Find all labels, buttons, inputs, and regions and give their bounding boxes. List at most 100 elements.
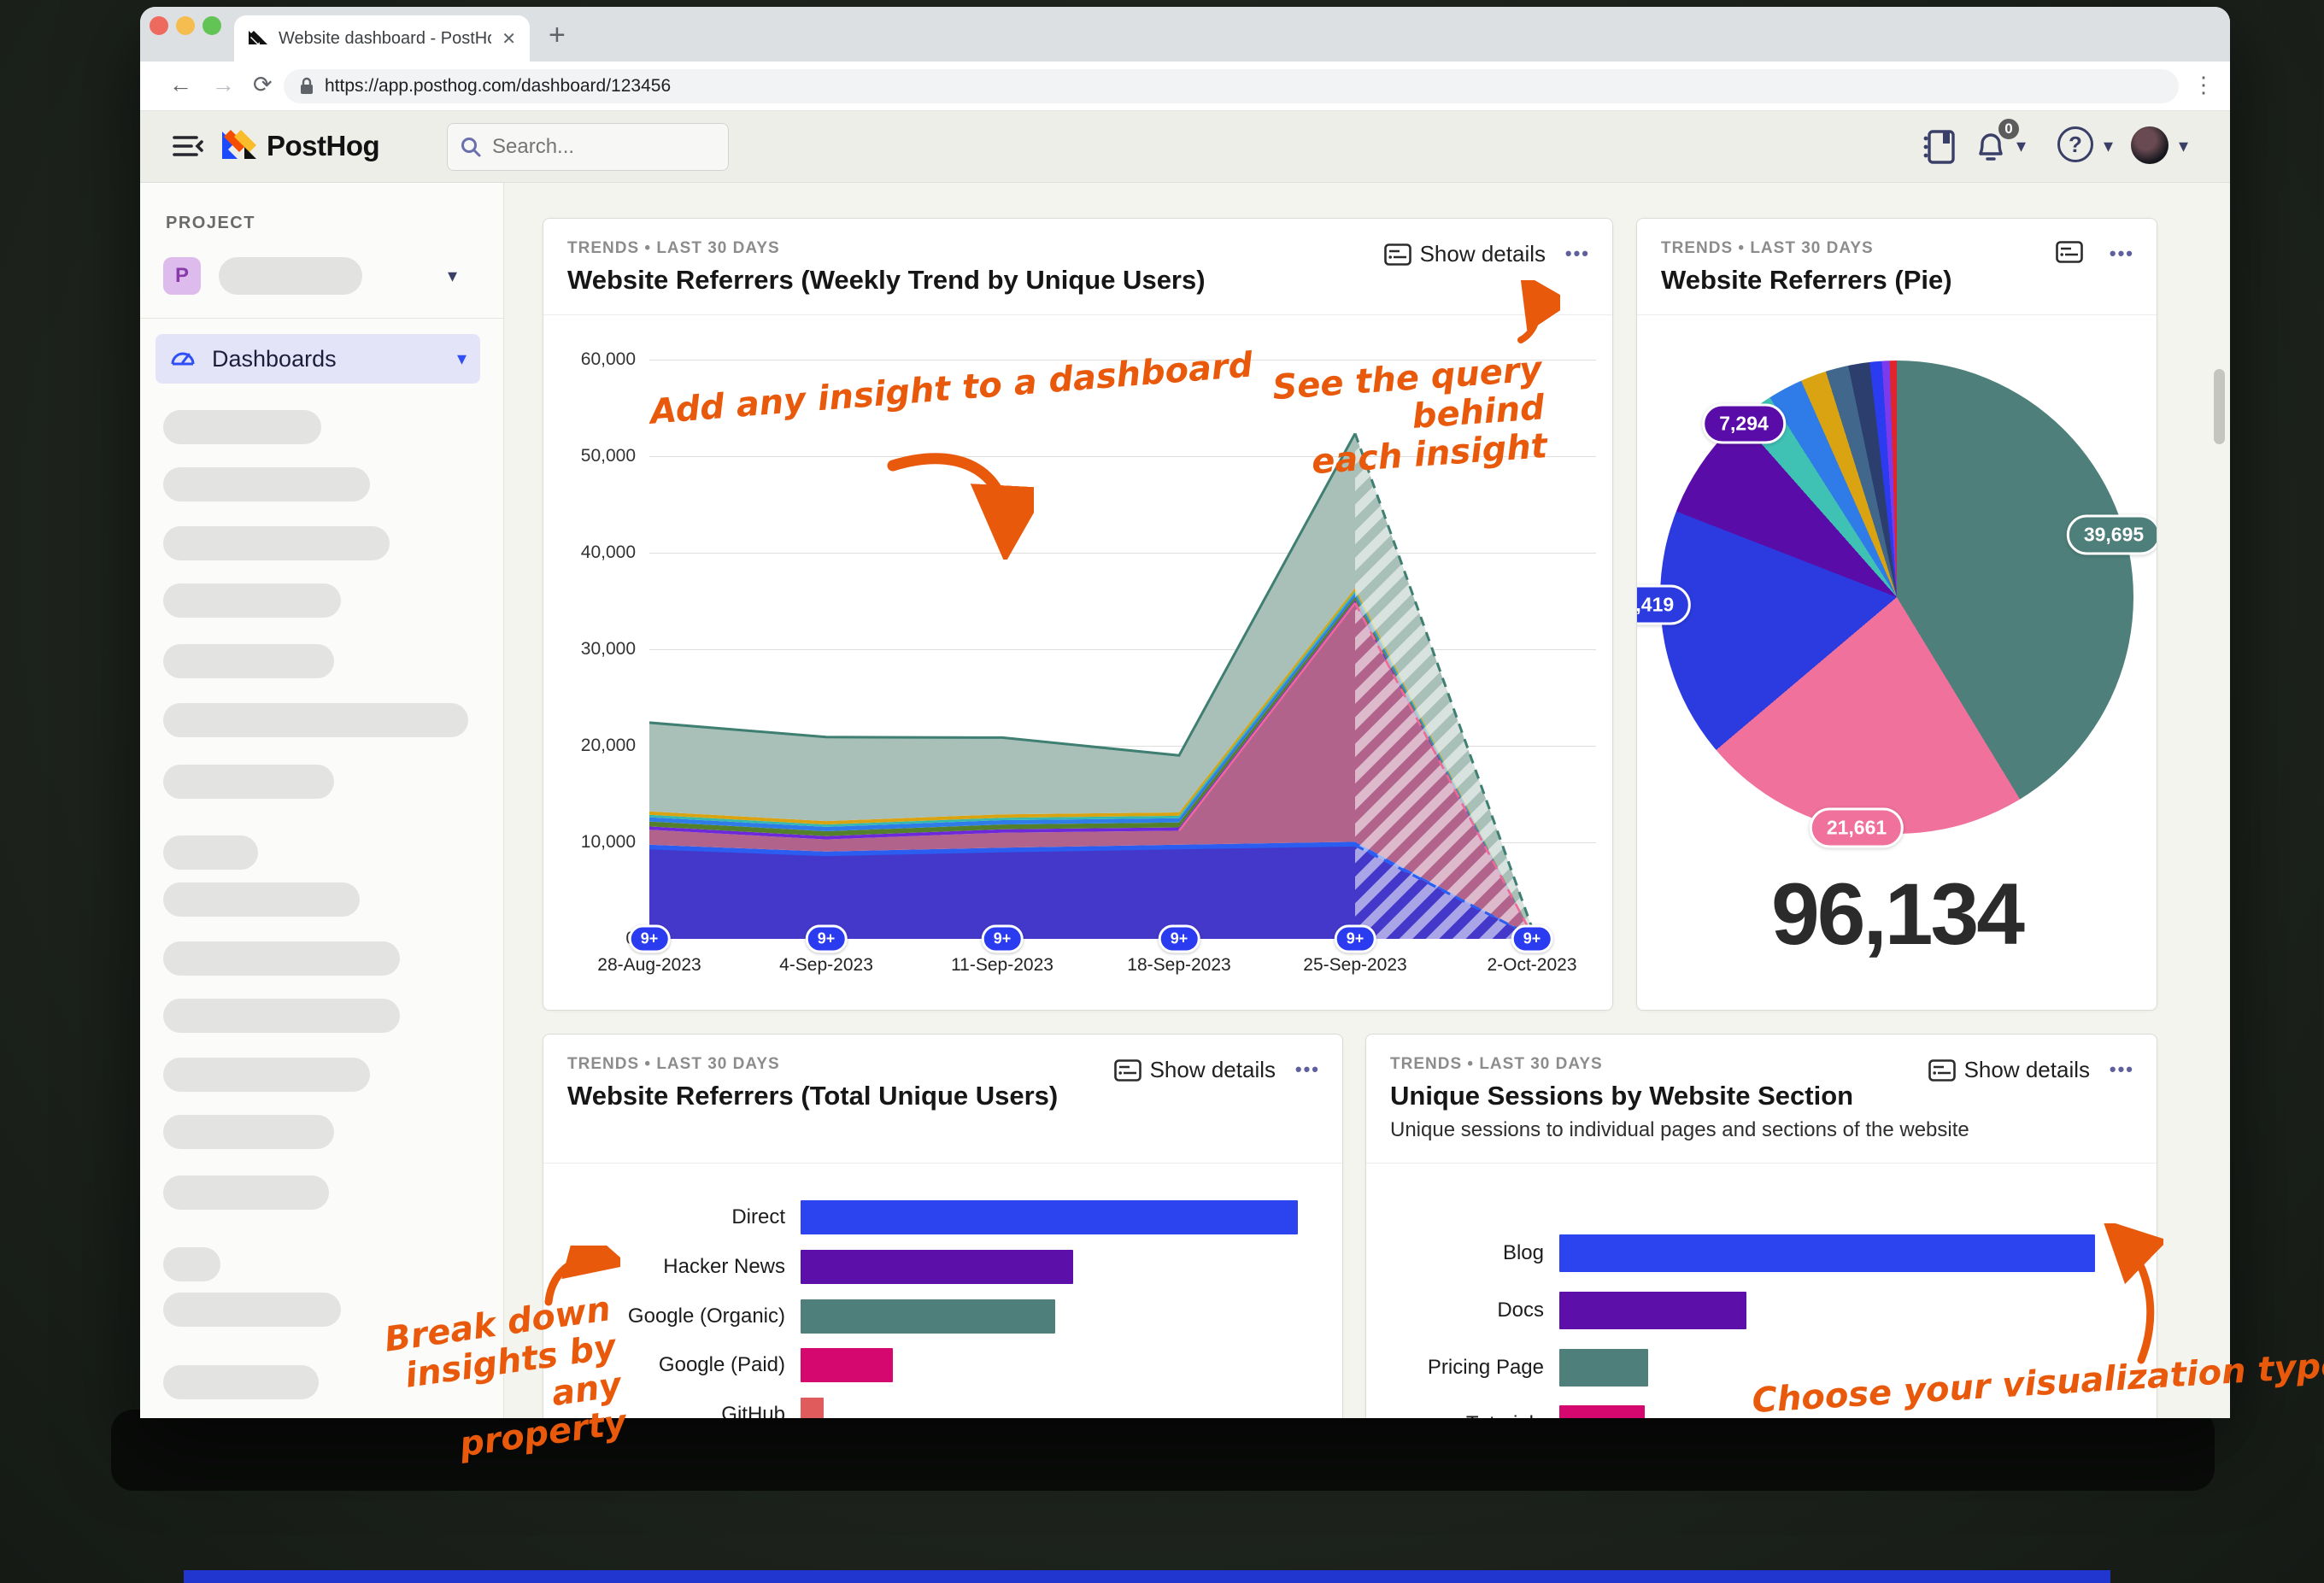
sidebar-item-label: Dashboards	[212, 345, 337, 372]
bar[interactable]	[801, 1250, 1073, 1284]
sidebar-skeleton-item	[163, 1058, 370, 1092]
sidebar-skeleton-item	[163, 583, 341, 618]
more-options-button[interactable]: •••	[2110, 243, 2134, 265]
sidebar-skeleton-item	[163, 526, 390, 560]
notebook-icon[interactable]	[1922, 128, 1957, 166]
search-field[interactable]	[492, 135, 706, 159]
bar-category-label: Blog	[1502, 1241, 1544, 1264]
refresh-icon[interactable]: ⟳	[253, 72, 273, 98]
tab-title: Website dashboard - PostHog	[279, 28, 492, 48]
y-axis-tick-label: 60,000	[580, 349, 636, 369]
bar[interactable]	[1559, 1234, 2095, 1272]
pie-slice-label: 16,419	[1637, 584, 1692, 625]
x-axis-tick-label: 2-Oct-2023	[1487, 955, 1577, 975]
dashboards-caret-icon[interactable]: ▾	[457, 348, 467, 370]
sidebar-skeleton-item	[163, 765, 334, 799]
notifications-caret-icon[interactable]: ▾	[2016, 135, 2026, 157]
sidebar-collapse-icon[interactable]	[173, 133, 205, 161]
data-point-badge[interactable]: 9+	[805, 924, 848, 953]
bar-category-label: Direct	[731, 1205, 785, 1228]
bar[interactable]	[801, 1348, 893, 1382]
bar-category-label: Docs	[1497, 1299, 1544, 1322]
user-avatar[interactable]	[2131, 126, 2168, 164]
show-details-button[interactable]	[2056, 241, 2083, 263]
sidebar-skeleton-item	[163, 410, 321, 444]
pie-total-value: 96,134	[1771, 865, 2025, 963]
bar-category-label: Tutorials	[1366, 1412, 1544, 1418]
help-caret-icon[interactable]: ▾	[2104, 135, 2113, 157]
sidebar-skeleton-item	[163, 1247, 220, 1281]
browser-tab[interactable]: Website dashboard - PostHog ✕	[234, 15, 530, 62]
card-divider	[543, 314, 1612, 315]
annotation-arrow-icon	[2102, 1223, 2163, 1364]
traffic-light-close[interactable]	[150, 16, 168, 35]
browser-urlbar: ← → ⟳ https://app.posthog.com/dashboard/…	[140, 62, 2230, 111]
data-point-badge[interactable]: 9+	[1334, 924, 1376, 953]
y-axis-tick-label: 10,000	[580, 832, 636, 852]
show-details-button[interactable]: Show details	[1383, 241, 1546, 267]
x-axis-tick-label: 4-Sep-2023	[779, 955, 873, 975]
brand-name[interactable]: PostHog	[267, 130, 380, 162]
details-icon	[2056, 241, 2083, 263]
search-input[interactable]	[447, 123, 729, 171]
card-title: Website Referrers (Weekly Trend by Uniqu…	[567, 265, 1206, 295]
card-meta: TRENDS • LAST 30 DAYS	[1390, 1055, 1603, 1073]
sidebar-item-dashboards[interactable]: Dashboards ▾	[156, 334, 480, 384]
y-axis-tick-label: 50,000	[580, 446, 636, 466]
bar[interactable]	[801, 1200, 1298, 1234]
bar-category-label: Pricing Page	[1427, 1356, 1544, 1379]
back-icon[interactable]: ←	[169, 72, 192, 98]
frame-blue-strip	[184, 1570, 2110, 1583]
bar[interactable]	[801, 1398, 824, 1418]
traffic-light-minimize[interactable]	[176, 16, 195, 35]
dashboard-gauge-icon	[171, 352, 195, 366]
show-details-button[interactable]: Show details	[1928, 1057, 2090, 1083]
more-options-button[interactable]: •••	[2110, 1058, 2134, 1081]
tab-close-icon[interactable]: ✕	[502, 28, 516, 50]
card-meta: TRENDS • LAST 30 DAYS	[567, 239, 780, 257]
data-point-badge[interactable]: 9+	[1511, 924, 1553, 953]
new-tab-button[interactable]: +	[549, 19, 566, 52]
avatar-caret-icon[interactable]: ▾	[2179, 135, 2188, 157]
project-caret-icon[interactable]: ▾	[448, 265, 457, 287]
annotation-arrow-icon	[1517, 280, 1560, 343]
forward-icon[interactable]: →	[212, 72, 235, 98]
show-details-label: Show details	[1149, 1057, 1276, 1082]
x-axis-tick-label: 25-Sep-2023	[1303, 955, 1407, 975]
pie-slice-label: 7,294	[1702, 403, 1786, 444]
app-header: PostHog 0 ▾ ? ▾	[140, 111, 2230, 183]
insight-card-section-bars: TRENDS • LAST 30 DAYS Unique Sessions by…	[1365, 1034, 2157, 1418]
annotation-breakdown: Break down insights by any property	[382, 1289, 630, 1466]
bar[interactable]	[801, 1299, 1055, 1334]
annotation-see-query: See the query behind each insight	[1271, 349, 1549, 482]
scrollbar-thumb[interactable]	[2214, 369, 2225, 444]
pie-slice-label: 21,661	[1809, 807, 1904, 848]
sidebar-skeleton-item	[163, 941, 400, 976]
bar[interactable]	[1559, 1349, 1648, 1387]
browser-menu-icon[interactable]: ⋮	[2192, 72, 2215, 98]
project-avatar[interactable]: P	[163, 257, 201, 295]
show-details-button[interactable]: Show details	[1113, 1057, 1276, 1083]
sidebar-skeleton-item	[163, 1365, 319, 1399]
card-divider	[1637, 314, 2157, 315]
posthog-logo-icon[interactable]	[219, 125, 263, 169]
data-point-badge[interactable]: 9+	[1158, 924, 1200, 953]
search-icon	[461, 138, 481, 157]
bar[interactable]	[1559, 1405, 1645, 1418]
more-options-button[interactable]: •••	[1295, 1058, 1320, 1081]
notifications-button[interactable]: 0	[1974, 116, 2022, 168]
url-field[interactable]: https://app.posthog.com/dashboard/123456	[284, 69, 2179, 103]
help-button[interactable]: ?	[2057, 126, 2093, 162]
browser-window: Website dashboard - PostHog ✕ + ← → ⟳ ht…	[140, 7, 2230, 1418]
sidebar-skeleton-item	[163, 1293, 341, 1327]
details-icon	[1383, 243, 1411, 266]
data-point-badge[interactable]: 9+	[981, 924, 1024, 953]
bar[interactable]	[1559, 1292, 1746, 1329]
y-axis-tick-label: 30,000	[580, 639, 636, 659]
sidebar-skeleton-item	[163, 999, 400, 1033]
lock-icon	[301, 77, 313, 94]
more-options-button[interactable]: •••	[1565, 243, 1590, 265]
data-point-badge[interactable]: 9+	[628, 924, 671, 953]
annotation-arrow-icon	[887, 453, 1034, 560]
traffic-light-zoom[interactable]	[202, 16, 221, 35]
